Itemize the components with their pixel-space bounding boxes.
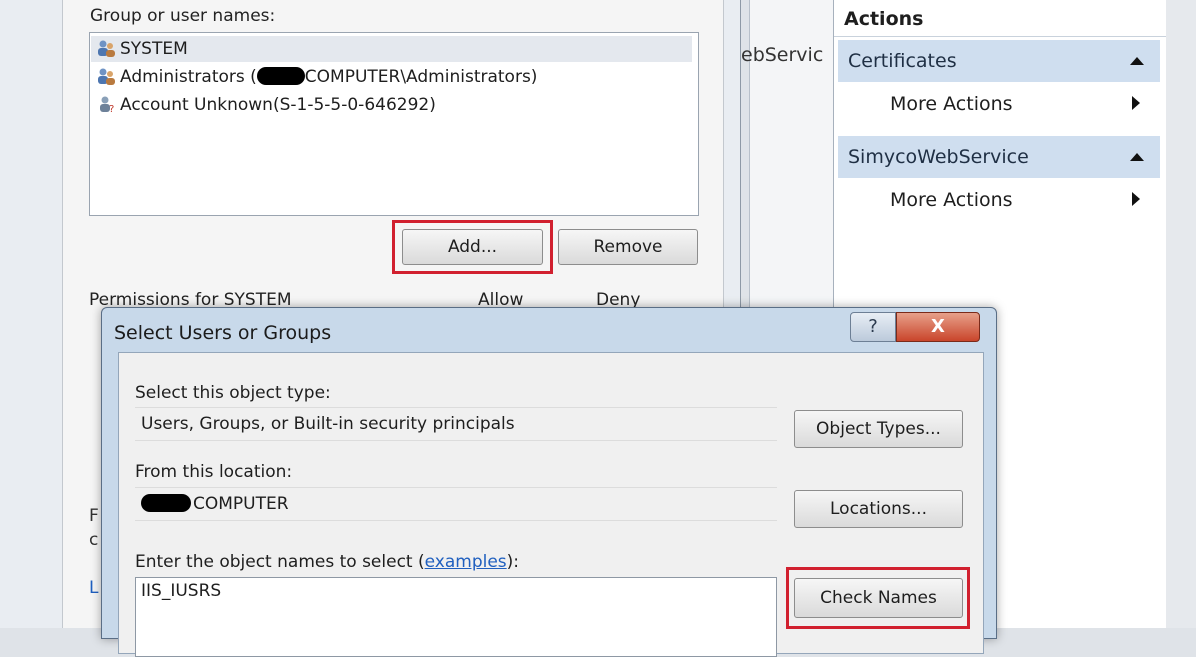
- object-types-button[interactable]: Object Types...: [794, 410, 963, 448]
- collapse-arrow-icon[interactable]: [1130, 57, 1144, 65]
- help-button[interactable]: ?: [850, 312, 896, 342]
- dialog-body: Select this object type: Users, Groups, …: [118, 352, 984, 657]
- section-header-certificates[interactable]: Certificates: [838, 40, 1160, 82]
- collapse-arrow-icon[interactable]: [1130, 153, 1144, 161]
- user-name: SYSTEM: [120, 39, 188, 59]
- section-header-simycowebservice[interactable]: SimycoWebService: [838, 136, 1160, 178]
- truncated-service-name: ebServic: [741, 44, 824, 66]
- user-row-account-unknown[interactable]: ? Account Unknown(S-1-5-5-0-646292): [96, 92, 436, 118]
- redaction-mark: [141, 494, 191, 512]
- truncated-label: F: [89, 506, 99, 526]
- window-edge: [1166, 0, 1196, 628]
- user-name: Account Unknown(S-1-5-5-0-646292): [120, 95, 436, 115]
- users-list[interactable]: SYSTEM Administrators ( COMPUTER\Administ…: [89, 32, 699, 216]
- user-row-administrators[interactable]: Administrators ( COMPUTER\Administrators): [96, 64, 537, 90]
- examples-link[interactable]: examples: [425, 552, 507, 572]
- user-row-system[interactable]: SYSTEM: [91, 36, 692, 62]
- enter-object-names-label: Enter the object names to select (exampl…: [135, 552, 519, 572]
- location-value: COMPUTER: [193, 494, 289, 514]
- check-names-button[interactable]: Check Names: [794, 578, 963, 618]
- enter-label-suffix: ):: [506, 552, 520, 572]
- locations-button[interactable]: Locations...: [794, 490, 963, 528]
- more-actions-label: More Actions: [890, 189, 1013, 211]
- truncated-label: c: [89, 530, 99, 550]
- section-title: SimycoWebService: [848, 146, 1029, 168]
- remove-button[interactable]: Remove: [558, 229, 698, 265]
- enter-label-prefix: Enter the object names to select (: [135, 552, 425, 572]
- group-or-user-names-label: Group or user names:: [90, 6, 276, 26]
- more-actions-certificates[interactable]: More Actions: [890, 86, 1150, 122]
- user-name-prefix: Administrators (: [120, 67, 257, 87]
- select-users-dialog: Select Users or Groups ? X Select this o…: [101, 307, 997, 657]
- close-button[interactable]: X: [896, 312, 980, 342]
- submenu-arrow-icon: [1132, 192, 1140, 206]
- dialog-title: Select Users or Groups: [114, 322, 332, 344]
- location-field: COMPUTER: [135, 487, 777, 521]
- redaction-mark: [256, 67, 305, 85]
- users-group-icon: [98, 40, 115, 57]
- svg-text:?: ?: [109, 104, 114, 113]
- submenu-arrow-icon: [1132, 96, 1140, 110]
- more-actions-simycowebservice[interactable]: More Actions: [890, 182, 1150, 218]
- add-button[interactable]: Add...: [402, 229, 543, 265]
- user-name-suffix: COMPUTER\Administrators): [304, 67, 538, 87]
- object-names-input[interactable]: IIS_IUSRS: [135, 577, 777, 657]
- object-type-field: Users, Groups, or Built-in security prin…: [135, 407, 777, 441]
- location-label: From this location:: [135, 462, 293, 482]
- section-title: Certificates: [848, 50, 957, 72]
- truncated-link[interactable]: L: [89, 578, 98, 598]
- users-group-icon: [98, 68, 115, 85]
- actions-header: Actions: [834, 0, 1166, 37]
- unknown-user-icon: ?: [100, 96, 114, 113]
- more-actions-label: More Actions: [890, 93, 1013, 115]
- object-type-label: Select this object type:: [135, 383, 331, 403]
